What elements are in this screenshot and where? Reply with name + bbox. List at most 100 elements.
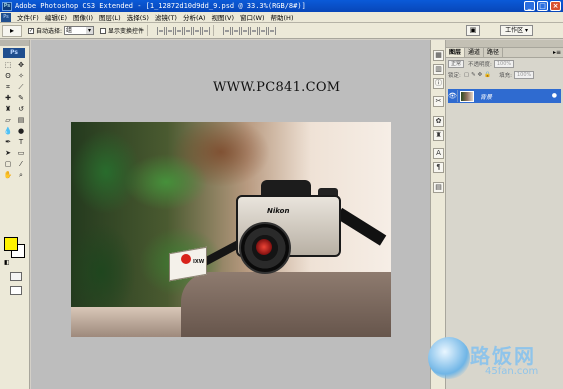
screen-mode-icon[interactable] <box>10 286 22 295</box>
distribute-hcenter-icon[interactable] <box>259 26 268 35</box>
window-title: Adobe Photoshop CS3 Extended - [1_12872d… <box>15 2 306 10</box>
align-top-icon[interactable] <box>157 26 166 35</box>
fill-field[interactable]: 100% <box>514 70 535 79</box>
options-right: ▣ 工作区 ▾ <box>466 23 563 38</box>
crop-tool-icon[interactable]: ⌗ <box>2 82 14 92</box>
workspace-button[interactable]: 工作区 ▾ <box>500 25 533 36</box>
magic-wand-tool-icon[interactable]: ✧ <box>15 71 27 81</box>
menu-layer[interactable]: 图层(L) <box>96 12 124 22</box>
notes-tool-icon[interactable]: ▢ <box>2 159 14 169</box>
align-bottom-icon[interactable] <box>175 26 184 35</box>
pen-tool-icon[interactable]: ✒ <box>2 137 14 147</box>
visibility-eye-icon[interactable]: 👁 <box>448 90 458 102</box>
lock-all-icon[interactable]: 🔒 <box>484 72 491 78</box>
menu-file[interactable]: 文件(F) <box>14 12 42 22</box>
align-right-icon[interactable] <box>202 26 211 35</box>
tab-channels[interactable]: 通道 <box>465 48 485 57</box>
menu-image[interactable]: 图像(I) <box>70 12 96 22</box>
info-icon[interactable]: ⓘ <box>433 78 444 89</box>
quick-mask-icon[interactable] <box>10 272 22 281</box>
auto-select-option[interactable]: ✓ 自动选择: <box>28 26 62 35</box>
tool-grid: ⬚ ✥ ʘ ✧ ⌗ ⟋ ✚ ✎ ♜ ↺ ▱ ▤ 💧 ● ✒ T ➤ ▭ ▢ ⁄ … <box>0 60 29 180</box>
healing-brush-icon[interactable]: ✚ <box>2 93 14 103</box>
menu-help[interactable]: 帮助(H) <box>268 12 297 22</box>
close-button[interactable]: × <box>550 1 561 11</box>
divider <box>147 25 149 36</box>
histogram-icon[interactable]: ▥ <box>433 64 444 75</box>
menu-window[interactable]: 窗口(W) <box>237 12 268 22</box>
character-icon[interactable]: A <box>433 148 444 159</box>
layer-row-background[interactable]: 👁 背景 ● <box>448 89 561 103</box>
tool-preset-picker[interactable]: ▸ <box>2 24 22 37</box>
eraser-tool-icon[interactable]: ▱ <box>2 115 14 125</box>
history-brush-icon[interactable]: ↺ <box>15 104 27 114</box>
layer-lock-icon: ● <box>551 92 557 99</box>
default-colors-icon[interactable]: ◧ <box>4 260 12 266</box>
show-transform-label: 显示变换控件 <box>108 28 145 35</box>
move-tool-icon[interactable]: ✥ <box>15 60 27 70</box>
layer-comps-icon[interactable]: ▤ <box>433 182 444 193</box>
align-hcenter-icon[interactable] <box>193 26 202 35</box>
distribute-buttons <box>223 26 277 35</box>
show-transform-checkbox[interactable] <box>100 27 107 34</box>
auto-select-checkbox[interactable]: ✓ <box>28 27 34 34</box>
menu-filter[interactable]: 滤镜(T) <box>152 12 180 22</box>
menu-view[interactable]: 视图(V) <box>208 12 237 22</box>
opacity-field[interactable]: 100% <box>493 59 515 68</box>
maximize-button[interactable]: □ <box>537 1 548 11</box>
blend-mode-dropdown[interactable]: 正常 <box>448 59 465 68</box>
align-left-icon[interactable] <box>184 26 193 35</box>
brushes-icon[interactable]: ✿ <box>433 116 444 127</box>
clone-stamp-icon[interactable]: ♜ <box>2 104 14 114</box>
tools-preset-icon[interactable]: ✂ <box>433 96 444 107</box>
film-box-red-dot <box>181 254 191 264</box>
site-watermark-name: 路饭网 <box>470 344 536 368</box>
lasso-tool-icon[interactable]: ʘ <box>2 71 14 81</box>
menu-select[interactable]: 选择(S) <box>124 12 152 22</box>
distribute-bottom-icon[interactable] <box>241 26 250 35</box>
distribute-right-icon[interactable] <box>268 26 277 35</box>
auto-select-dropdown[interactable]: 组 <box>64 26 95 35</box>
brush-tool-icon[interactable]: ✎ <box>15 93 27 103</box>
blur-tool-icon[interactable]: 💧 <box>2 126 14 136</box>
lock-transparent-icon[interactable]: ▢ <box>464 72 469 78</box>
auto-select-label: 自动选择: <box>36 28 63 35</box>
clone-source-icon[interactable]: ♜ <box>433 130 444 141</box>
toolbox-grip[interactable] <box>0 40 29 46</box>
foreground-color-swatch[interactable] <box>4 237 18 251</box>
bridge-icon[interactable]: ▣ <box>466 25 481 36</box>
tab-paths[interactable]: 路径 <box>484 48 504 57</box>
eyedropper-tool-icon[interactable]: ⁄ <box>15 159 27 169</box>
minimize-button[interactable]: _ <box>524 1 535 11</box>
lock-image-icon[interactable]: ✎ <box>471 72 476 78</box>
distribute-left-icon[interactable] <box>250 26 259 35</box>
zoom-tool-icon[interactable]: ⌕ <box>15 170 27 180</box>
shape-tool-icon[interactable]: ▭ <box>15 148 27 158</box>
type-tool-icon[interactable]: T <box>15 137 27 147</box>
align-vcenter-icon[interactable] <box>166 26 175 35</box>
panel-grip[interactable] <box>446 40 563 48</box>
document-image[interactable]: Nikon IXW <box>71 122 391 337</box>
tab-layers[interactable]: 图层 <box>446 48 466 57</box>
hand-tool-icon[interactable]: ✋ <box>2 170 14 180</box>
panel-menu-icon[interactable]: ▸≡ <box>553 49 561 56</box>
menu-analysis[interactable]: 分析(A) <box>180 12 209 22</box>
photo-stone-block <box>181 272 391 337</box>
show-transform-option[interactable]: 显示变换控件 <box>100 26 144 35</box>
distribute-vcenter-icon[interactable] <box>232 26 241 35</box>
menu-bar: Ps 文件(F) 编辑(E) 图像(I) 图层(L) 选择(S) 滤镜(T) 分… <box>0 12 563 23</box>
dodge-tool-icon[interactable]: ● <box>15 126 27 136</box>
panel-tabs: 图层 通道 路径 <box>446 48 563 58</box>
path-select-icon[interactable]: ➤ <box>2 148 14 158</box>
paragraph-icon[interactable]: ¶ <box>433 162 444 173</box>
lock-position-icon[interactable]: ✥ <box>478 72 483 78</box>
options-bar: ▸ ✓ 自动选择: 组 显示变换控件 ▣ 工作区 ▾ <box>0 23 563 39</box>
site-watermark-domain: 45fan.com <box>485 366 539 377</box>
slice-tool-icon[interactable]: ⟋ <box>15 82 27 92</box>
divider <box>213 25 215 36</box>
navigator-icon[interactable]: ▦ <box>433 50 444 61</box>
gradient-tool-icon[interactable]: ▤ <box>15 115 27 125</box>
menu-edit[interactable]: 编辑(E) <box>42 12 70 22</box>
distribute-top-icon[interactable] <box>223 26 232 35</box>
marquee-tool-icon[interactable]: ⬚ <box>2 60 14 70</box>
